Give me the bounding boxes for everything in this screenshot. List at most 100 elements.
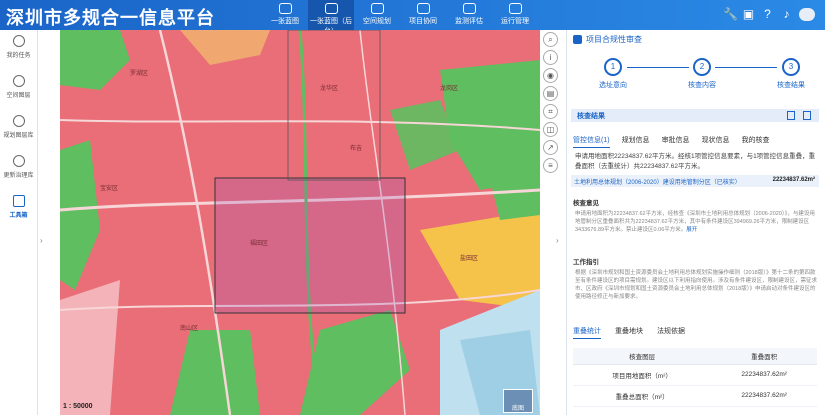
wrench-icon[interactable]: 🔧	[723, 8, 738, 21]
nav-item-monitor[interactable]: 监测评估	[446, 0, 492, 30]
panel-title: 项目合规性审查	[573, 34, 642, 45]
nav-item-blueprint[interactable]: 一张蓝图	[262, 0, 308, 30]
check-opinion-text: 申请用地面积为22234837.62平方米，经核查《深圳市土地利用总体规划（20…	[575, 210, 819, 234]
work-guide-title: 工作指引	[573, 259, 599, 266]
help-icon[interactable]: ?	[761, 8, 774, 21]
layers-icon	[12, 75, 25, 87]
tab-overlap-parcel[interactable]: 重叠地块	[615, 326, 643, 339]
avatar[interactable]	[799, 8, 815, 21]
step-1[interactable]: 1 选址意向	[583, 58, 643, 90]
tab-status[interactable]: 现状信息	[702, 135, 730, 148]
map-label: 布吉	[350, 144, 362, 152]
collapse-sidebar-arrow-icon[interactable]: ›	[40, 236, 43, 245]
database-icon	[12, 155, 25, 167]
expand-link[interactable]: 展开	[686, 227, 697, 233]
app-title: 深圳市多规合一信息平台	[6, 8, 215, 29]
share-icon[interactable]: ↗	[543, 140, 558, 155]
result-tabs: 管控信息(1) 规划信息 审批信息 现状信息 我的核查	[573, 135, 770, 148]
tab-control[interactable]: 管控信息(1)	[573, 135, 610, 148]
panel-title-text: 项目合规性审查	[586, 35, 642, 44]
step-number: 2	[693, 58, 711, 76]
left-sidebar: 我的任务 空间图层 规划图层库 更新治理库 工具箱	[0, 30, 38, 415]
map-scale: 1 : 50000	[63, 403, 93, 410]
overlap-table: 核查图层 重叠面积 项目用地面积（m²） 22234837.62m² 重叠总面积…	[573, 348, 817, 407]
step-indicator: 1 选址意向 2 核查内容 3 核查结果	[587, 58, 817, 98]
table-cell: 重叠总面积（m²）	[573, 385, 712, 407]
manage-icon	[508, 3, 522, 14]
check-opinion-title: 核查意见	[573, 200, 599, 207]
tab-my-check[interactable]: 我的核查	[742, 135, 770, 148]
search-icon[interactable]: ⌕	[543, 32, 558, 47]
sidebar-item-label: 空间图层	[6, 93, 31, 99]
selection-area[interactable]	[214, 177, 406, 314]
map-icon	[278, 3, 292, 14]
table-cell: 22234837.62m²	[711, 364, 817, 386]
step-label: 核查内容	[688, 82, 716, 89]
nav-item-blueprint-admin[interactable]: 一张蓝图（后台）	[308, 0, 354, 35]
project-icon	[416, 3, 430, 14]
nav-label: 一张蓝图	[271, 18, 299, 25]
bell-icon[interactable]: ♪	[780, 8, 793, 21]
sidebar-item-tasks[interactable]: 我的任务	[0, 30, 37, 70]
main-nav: 一张蓝图 一张蓝图（后台） 空间规划 项目协同 监测评估 运行管理	[262, 0, 538, 35]
map-canvas[interactable]: 罗湖区 福田区 南山区 宝安区 龙华区 盐田区 龙岗区 布吉	[60, 30, 540, 415]
step-number: 3	[782, 58, 800, 76]
nav-item-project[interactable]: 项目协同	[400, 0, 446, 30]
nav-label: 空间规划	[363, 18, 391, 25]
sidebar-item-layers[interactable]: 空间图层	[0, 70, 37, 110]
tab-regulation[interactable]: 法规依据	[657, 326, 685, 339]
info-row-value: 22234837.62m²	[772, 177, 815, 183]
step-3[interactable]: 3 核查结果	[761, 58, 821, 90]
nav-label: 监测评估	[455, 18, 483, 25]
map-svg: 罗湖区 福田区 南山区 宝安区 龙华区 盐田区 龙岗区 布吉	[60, 30, 540, 415]
summary-text: 申请用地面积22234837.62平方米。经核1项管控信息要素，与1项管控信息重…	[575, 153, 816, 170]
tab-approval[interactable]: 审批信息	[662, 135, 690, 148]
sidebar-item-plan-library[interactable]: 规划图层库	[0, 110, 37, 150]
section-title: 核查结果	[577, 113, 605, 120]
basemap-thumbnail[interactable]: 底图	[503, 389, 533, 413]
stat-tabs: 重叠统计 重叠地块 法规依据	[573, 326, 685, 339]
tab-plan[interactable]: 规划信息	[622, 135, 650, 148]
collapse-panel-arrow-icon[interactable]: ›	[556, 236, 559, 245]
info-icon[interactable]: i	[543, 50, 558, 65]
nav-label: 项目协同	[409, 18, 437, 25]
table-icon[interactable]	[803, 111, 811, 120]
tab-overlap-stat[interactable]: 重叠统计	[573, 326, 601, 339]
table-cell: 项目用地面积（m²）	[573, 364, 712, 386]
table-cell: 22234837.62m²	[711, 385, 817, 407]
sidebar-item-label: 更新治理库	[3, 173, 34, 179]
nav-item-spatial-plan[interactable]: 空间规划	[354, 0, 400, 30]
info-row[interactable]: 土地利用总体规划（2006-2020）建设用地管制分区（已核实） 2223483…	[571, 175, 819, 187]
overlay-icon[interactable]: ◫	[543, 122, 558, 137]
light-zone	[60, 280, 120, 415]
location-icon[interactable]: ◉	[543, 68, 558, 83]
step-2[interactable]: 2 核查内容	[672, 58, 732, 90]
top-bar: 深圳市多规合一信息平台 一张蓝图 一张蓝图（后台） 空间规划 项目协同 监测评估…	[0, 0, 825, 35]
review-icon	[573, 35, 582, 45]
crop-icon[interactable]: ⌗	[543, 104, 558, 119]
step-number: 1	[604, 58, 622, 76]
map-label: 龙华区	[320, 84, 338, 92]
nav-item-manage[interactable]: 运行管理	[492, 0, 538, 30]
layers-icon[interactable]: ≡	[543, 158, 558, 173]
map-label: 龙岗区	[440, 84, 458, 92]
sidebar-item-label: 规划图层库	[3, 133, 34, 139]
contact-icon[interactable]: ▣	[742, 8, 755, 21]
book-icon	[12, 115, 25, 127]
monitor-icon	[462, 3, 476, 14]
ruler-icon[interactable]: ▤	[543, 86, 558, 101]
sidebar-item-update-library[interactable]: 更新治理库	[0, 150, 37, 190]
top-icons: 🔧 ▣ ? ♪	[723, 8, 815, 21]
map-admin-icon	[324, 3, 338, 14]
table-row: 项目用地面积（m²） 22234837.62m²	[573, 364, 817, 386]
sidebar-item-label: 工具箱	[9, 213, 28, 219]
export-icon[interactable]	[787, 111, 795, 120]
map-label: 福田区	[250, 239, 268, 247]
sidebar-item-toolbox[interactable]: 工具箱	[0, 190, 37, 230]
nav-label: 运行管理	[501, 18, 529, 25]
sidebar-item-label: 我的任务	[6, 53, 31, 59]
map-label: 宝安区	[100, 184, 118, 192]
step-label: 选址意向	[599, 82, 627, 89]
info-row-label: 土地利用总体规划（2006-2020）建设用地管制分区（已核实）	[574, 180, 741, 186]
table-header: 重叠面积	[711, 348, 817, 365]
